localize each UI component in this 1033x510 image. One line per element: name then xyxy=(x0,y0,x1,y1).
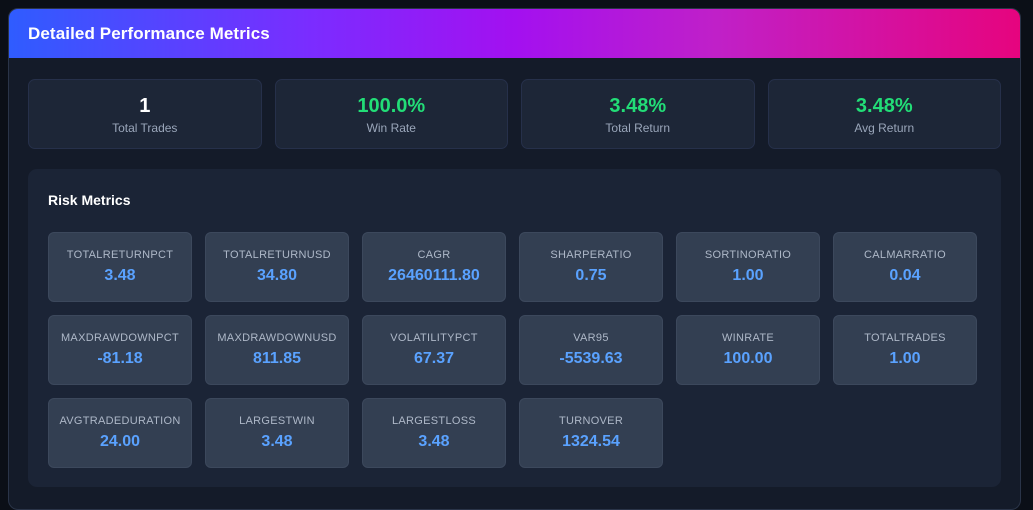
risk-metrics-grid: TOTALRETURNPCT 3.48 TOTALRETURNUSD 34.80… xyxy=(48,232,983,468)
metric-card-maxdrawdownusd: MAXDRAWDOWNUSD 811.85 xyxy=(205,315,349,385)
summary-value: 3.48% xyxy=(609,94,667,117)
performance-metrics-panel: Detailed Performance Metrics 1 Total Tra… xyxy=(8,8,1021,510)
metric-value: 24.00 xyxy=(99,433,141,450)
metric-value: 1.00 xyxy=(732,267,764,284)
metric-label: SORTINORATIO xyxy=(704,249,792,261)
metric-label: VAR95 xyxy=(573,332,609,344)
metric-card-totalreturnpct: TOTALRETURNPCT 3.48 xyxy=(48,232,192,302)
risk-metrics-title: Risk Metrics xyxy=(48,192,131,208)
summary-card-avg-return: 3.48% Avg Return xyxy=(767,79,1001,149)
metric-value: 3.48 xyxy=(261,433,293,450)
metric-label: TOTALRETURNUSD xyxy=(223,249,331,261)
summary-value: 1 xyxy=(139,94,151,117)
metric-value: 34.80 xyxy=(256,267,298,284)
summary-row: 1 Total Trades 100.0% Win Rate 3.48% Tot… xyxy=(28,79,1001,149)
risk-metrics-section: Risk Metrics TOTALRETURNPCT 3.48 TOTALRE… xyxy=(28,169,1001,487)
summary-label: Win Rate xyxy=(366,120,416,135)
metric-value: -81.18 xyxy=(97,350,143,367)
metric-value: 26460111.80 xyxy=(388,267,480,284)
metric-card-sortinoratio: SORTINORATIO 1.00 xyxy=(676,232,820,302)
panel-title: Detailed Performance Metrics xyxy=(28,23,270,43)
summary-value: 100.0% xyxy=(357,94,426,117)
metric-card-largestloss: LARGESTLOSS 3.48 xyxy=(362,398,506,468)
metric-card-volatilitypct: VOLATILITYPCT 67.37 xyxy=(362,315,506,385)
metric-label: CALMARRATIO xyxy=(864,249,946,261)
metric-value: 67.37 xyxy=(413,350,455,367)
metric-card-calmarratio: CALMARRATIO 0.04 xyxy=(833,232,977,302)
metric-label: LARGESTWIN xyxy=(239,415,315,427)
metric-card-cagr: CAGR 26460111.80 xyxy=(362,232,506,302)
metric-card-sharperatio: SHARPERATIO 0.75 xyxy=(519,232,663,302)
metric-value: 0.75 xyxy=(575,267,607,284)
metric-value: 0.04 xyxy=(889,267,921,284)
metric-label: VOLATILITYPCT xyxy=(390,332,478,344)
metric-value: -5539.63 xyxy=(559,350,623,367)
summary-card-win-rate: 100.0% Win Rate xyxy=(274,79,508,149)
metric-value: 1.00 xyxy=(889,350,921,367)
metric-card-var95: VAR95 -5539.63 xyxy=(519,315,663,385)
metric-card-totaltrades: TOTALTRADES 1.00 xyxy=(833,315,977,385)
metric-value: 100.00 xyxy=(723,350,773,367)
metric-card-totalreturnusd: TOTALRETURNUSD 34.80 xyxy=(205,232,349,302)
metric-label: WINRATE xyxy=(721,332,774,344)
metric-value: 3.48 xyxy=(104,267,136,284)
metric-card-avgtradeduration: AVGTRADEDURATION 24.00 xyxy=(48,398,192,468)
summary-label: Avg Return xyxy=(854,120,915,135)
metric-label: TURNOVER xyxy=(558,415,624,427)
summary-card-total-trades: 1 Total Trades xyxy=(28,79,262,149)
metric-value: 3.48 xyxy=(418,433,450,450)
metric-label: TOTALRETURNPCT xyxy=(66,249,174,261)
metric-label: TOTALTRADES xyxy=(864,332,946,344)
metric-label: MAXDRAWDOWNPCT xyxy=(60,332,180,344)
summary-card-total-return: 3.48% Total Return xyxy=(521,79,755,149)
summary-value: 3.48% xyxy=(855,94,913,117)
summary-label: Total Return xyxy=(605,120,671,135)
summary-label: Total Trades xyxy=(112,120,178,135)
metric-card-winrate: WINRATE 100.00 xyxy=(676,315,820,385)
metric-label: LARGESTLOSS xyxy=(392,415,476,427)
metric-value: 811.85 xyxy=(252,350,302,367)
metric-label: MAXDRAWDOWNUSD xyxy=(217,332,337,344)
metric-label: CAGR xyxy=(417,249,451,261)
metric-label: SHARPERATIO xyxy=(550,249,632,261)
metric-value: 1324.54 xyxy=(562,433,620,450)
metric-card-turnover: TURNOVER 1324.54 xyxy=(519,398,663,468)
metric-card-largestwin: LARGESTWIN 3.48 xyxy=(205,398,349,468)
panel-header: Detailed Performance Metrics xyxy=(9,9,1020,58)
metric-label: AVGTRADEDURATION xyxy=(59,415,181,427)
metric-card-maxdrawdownpct: MAXDRAWDOWNPCT -81.18 xyxy=(48,315,192,385)
